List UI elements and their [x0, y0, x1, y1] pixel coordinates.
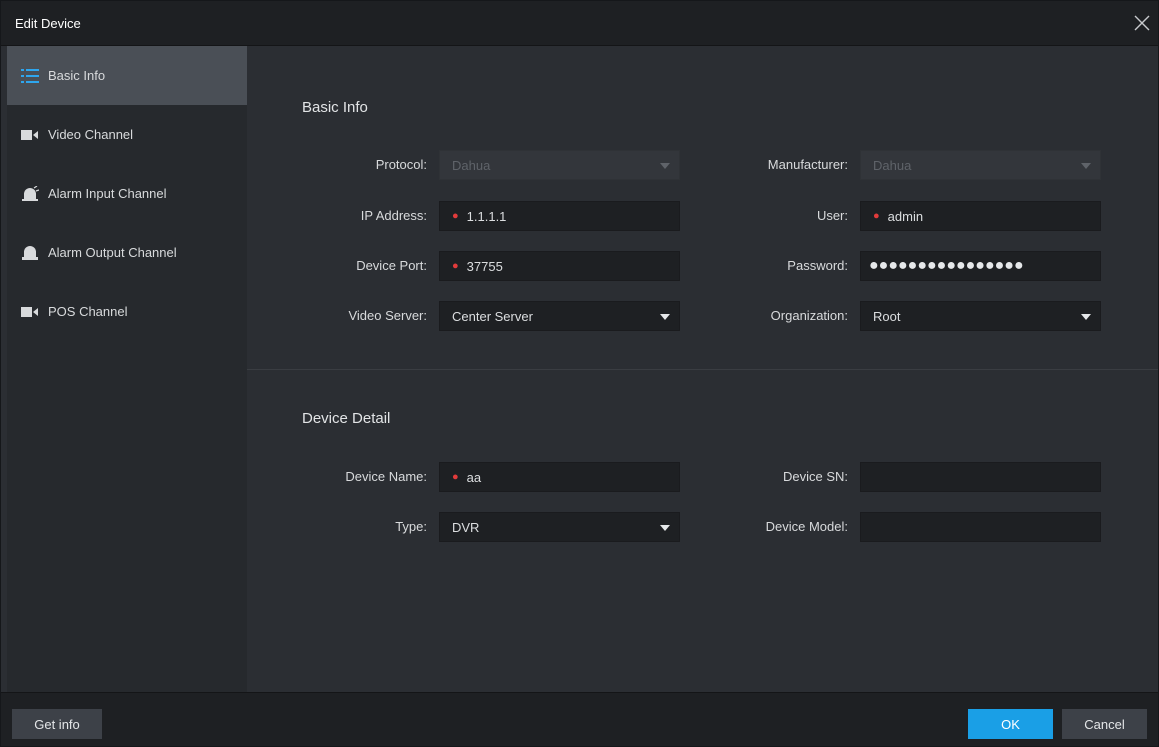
video-server-label: Video Server: [348, 308, 427, 323]
device-sn-input[interactable] [860, 462, 1101, 492]
section-title-basic-info: Basic Info [302, 99, 368, 116]
required-marker: ● [873, 209, 880, 222]
protocol-label: Protocol: [375, 157, 427, 172]
cancel-button[interactable]: Cancel [1062, 709, 1147, 739]
device-model-label: Device Model: [765, 519, 848, 534]
required-marker: ● [452, 209, 459, 222]
required-marker: ● [452, 259, 459, 272]
sidebar-item-label: Alarm Output Channel [48, 245, 177, 260]
ip-address-value: 1.1.1.1 [466, 208, 507, 224]
alarm-siren-icon [20, 184, 40, 204]
device-name-label: Device Name: [345, 469, 427, 484]
manufacturer-select: Dahua [860, 150, 1101, 180]
device-model-input[interactable] [860, 512, 1101, 542]
ip-address-input[interactable]: ● 1.1.1.1 [439, 201, 680, 231]
user-input[interactable]: ● admin [860, 201, 1101, 231]
user-label: User: [816, 208, 848, 223]
device-port-value: 37755 [466, 258, 503, 274]
ip-address-label: IP Address: [360, 208, 427, 223]
sidebar-item-pos-channel[interactable]: POS Channel [7, 282, 247, 341]
footer-bar: Get info OK Cancel [1, 692, 1158, 746]
device-port-input[interactable]: ● 37755 [439, 251, 680, 281]
list-icon [20, 66, 40, 86]
type-value: DVR [452, 519, 480, 535]
password-label: Password: [787, 258, 848, 273]
close-icon[interactable] [1132, 13, 1152, 33]
device-sn-label: Device SN: [782, 469, 848, 484]
dialog-title: Edit Device [15, 16, 81, 31]
sidebar-item-label: Video Channel [48, 127, 134, 142]
title-bar: Edit Device [1, 1, 1158, 46]
sidebar-item-label: Alarm Input Channel [48, 186, 167, 201]
protocol-value: Dahua [452, 157, 491, 173]
get-info-button[interactable]: Get info [12, 709, 102, 739]
ok-button[interactable]: OK [968, 709, 1053, 739]
alarm-bell-icon [20, 243, 40, 263]
chevron-down-icon [660, 163, 670, 169]
video-server-value: Center Server [452, 308, 533, 324]
main-content: Basic Info Protocol: Dahua Manufacturer:… [247, 46, 1158, 692]
chevron-down-icon [1081, 163, 1091, 169]
video-camera-icon [20, 125, 40, 145]
organization-select[interactable]: Root [860, 301, 1101, 331]
video-server-select[interactable]: Center Server [439, 301, 680, 331]
sidebar-item-basic-info[interactable]: Basic Info [7, 46, 247, 105]
chevron-down-icon [660, 314, 670, 320]
organization-value: Root [873, 308, 901, 324]
sidebar-item-label: Basic Info [48, 68, 106, 83]
protocol-select: Dahua [439, 150, 680, 180]
organization-label: Organization: [770, 308, 848, 323]
chevron-down-icon [660, 525, 670, 531]
manufacturer-value: Dahua [873, 157, 912, 173]
device-name-value: aa [466, 469, 482, 485]
sidebar-item-label: POS Channel [48, 304, 128, 319]
user-value: admin [887, 208, 924, 224]
chevron-down-icon [1081, 314, 1091, 320]
video-camera-icon [20, 302, 40, 322]
sidebar: Basic Info Video Channel Alarm Input Cha… [7, 46, 247, 692]
type-select[interactable]: DVR [439, 512, 680, 542]
type-label: Type: [395, 519, 427, 534]
password-value: ●●●●●●●●●●●●●●●● [869, 257, 1024, 274]
sidebar-item-alarm-output-channel[interactable]: Alarm Output Channel [7, 223, 247, 282]
sidebar-item-video-channel[interactable]: Video Channel [7, 105, 247, 164]
section-divider [247, 369, 1158, 370]
edit-device-dialog: Edit Device Basic Info Video Channel Ala… [0, 0, 1159, 747]
password-input[interactable]: ●●●●●●●●●●●●●●●● [860, 251, 1101, 281]
section-title-device-detail: Device Detail [302, 410, 391, 427]
manufacturer-label: Manufacturer: [767, 157, 848, 172]
device-name-input[interactable]: ● aa [439, 462, 680, 492]
required-marker: ● [452, 470, 459, 483]
device-port-label: Device Port: [356, 258, 427, 273]
sidebar-item-alarm-input-channel[interactable]: Alarm Input Channel [7, 164, 247, 223]
